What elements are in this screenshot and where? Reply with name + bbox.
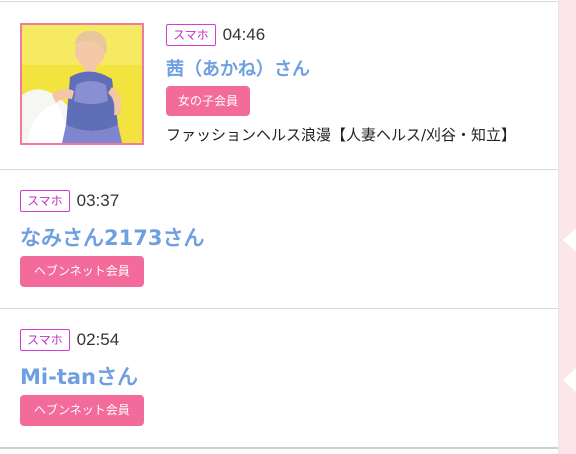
avatar-photo <box>22 25 142 143</box>
visitor-name[interactable]: 茜（あかね）さん <box>166 55 310 81</box>
device-badge: スマホ <box>20 190 70 212</box>
list-item[interactable]: スマホ 04:46 茜（あかね）さん 女の子会員 ファッションヘルス浪漫【人妻ヘ… <box>0 0 558 169</box>
entry-meta: スマホ 02:54 <box>20 328 119 352</box>
member-type-badge: 女の子会員 <box>166 86 251 116</box>
visitor-list-page: スマホ 04:46 茜（あかね）さん 女の子会員 ファッションヘルス浪漫【人妻ヘ… <box>0 0 576 454</box>
avatar[interactable] <box>20 23 144 145</box>
device-badge: スマホ <box>166 24 216 46</box>
member-type-badge: ヘブンネット会員 <box>20 395 144 426</box>
side-arrow-icon[interactable] <box>563 368 576 392</box>
visitor-name[interactable]: Mi-tanさん <box>20 361 138 391</box>
visitor-name[interactable]: なみさん2173さん <box>20 222 204 252</box>
visit-time: 04:46 <box>222 25 266 44</box>
visit-time: 03:37 <box>76 191 120 210</box>
entry-meta: スマホ 04:46 <box>166 23 265 47</box>
row-divider <box>0 447 558 449</box>
side-arrow-icon[interactable] <box>563 228 576 252</box>
entry-meta: スマホ 03:37 <box>20 189 119 213</box>
list-item[interactable]: スマホ 02:54 Mi-tanさん ヘブンネット会員 <box>0 309 558 447</box>
list-item[interactable]: スマホ 03:37 なみさん2173さん ヘブンネット会員 <box>0 170 558 308</box>
device-badge: スマホ <box>20 329 70 351</box>
member-type-badge: ヘブンネット会員 <box>20 256 144 287</box>
visitor-list: スマホ 04:46 茜（あかね）さん 女の子会員 ファッションヘルス浪漫【人妻ヘ… <box>0 0 559 454</box>
visit-time: 02:54 <box>76 330 120 349</box>
shop-name[interactable]: ファッションヘルス浪漫【人妻ヘルス/刈谷・知立】 <box>166 124 516 145</box>
